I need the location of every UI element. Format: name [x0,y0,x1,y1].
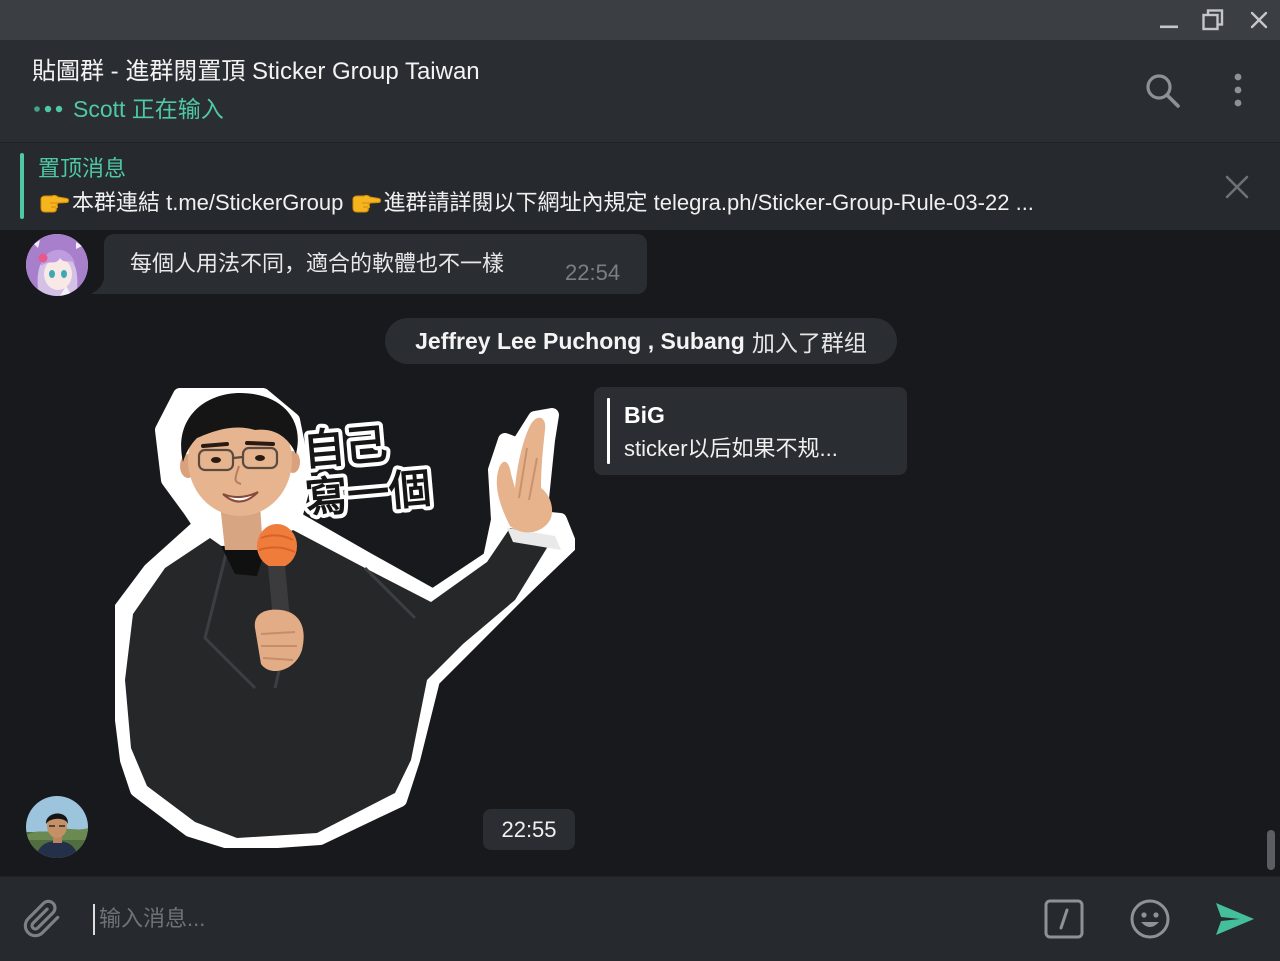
pinned-label: 置顶消息 [38,156,127,181]
sticker-lettering: 自己 寫一個 [297,415,437,527]
pinned-text-part: 進群請詳閱以下網址內規定 telegra.ph/Sticker-Group-Ru… [383,190,1034,215]
emoji-button[interactable] [1129,898,1171,940]
pinned-accent-bar [20,153,24,219]
search-icon [1146,74,1180,108]
reply-author: BiG [624,402,665,428]
scrollbar-thumb[interactable] [1267,830,1275,870]
pointing-right-emoji-icon [40,194,69,213]
typing-status: Scott 正在输入 [32,94,224,124]
more-vertical-icon [1234,73,1242,107]
restore-icon [1202,9,1224,31]
reply-text: sticker以后如果不规... [624,436,838,461]
service-actor-link[interactable]: Jeffrey Lee Puchong , Subang [415,328,745,355]
message-composer [0,876,1280,961]
young-man-avatar[interactable] [26,796,88,858]
slash-command-icon [1044,899,1084,939]
reply-preview[interactable]: BiG sticker以后如果不规... [594,387,907,475]
message-input[interactable] [99,899,999,939]
window-title-bar [0,0,1280,40]
send-button[interactable] [1213,897,1257,941]
pinned-message-bar[interactable]: 置顶消息 本群連結 t.me/StickerGroup 進群請詳閱以下網址內規定… [0,142,1280,230]
sticker-image[interactable]: 自己 寫一個 [115,388,575,848]
text-caret [93,904,95,935]
more-menu-button[interactable] [1224,66,1252,114]
close-icon [1225,175,1249,199]
pinned-text: 本群連結 t.me/StickerGroup 進群請詳閱以下網址內規定 tele… [38,189,1208,217]
paperclip-icon [23,899,60,938]
sticker-lettering-line: 寫一個 [303,463,433,523]
smiley-icon [1130,899,1170,939]
anime-girl-avatar[interactable] [26,234,88,296]
restore-button[interactable] [1190,0,1236,40]
message-bubble[interactable]: 每個人用法不同，適合的軟體也不一樣 22:54 [104,234,647,294]
sticker-lettering-line: 自己 [301,419,389,475]
search-button[interactable] [1141,68,1185,112]
message-text: 每個人用法不同，適合的軟體也不一樣 [130,251,505,276]
minimize-icon [1160,25,1178,29]
close-icon [1250,11,1268,29]
message-time: 22:55 [483,809,575,850]
pointing-right-emoji-icon [352,194,381,213]
pinned-text-part: 本群連結 t.me/StickerGroup [72,190,350,215]
message-time: 22:54 [565,260,621,285]
chat-header: 貼圖群 - 進群閱置頂 Sticker Group Taiwan Scott 正… [0,40,1280,142]
reply-accent-bar [607,398,610,464]
send-icon [1216,903,1254,935]
close-window-button[interactable] [1236,0,1280,40]
typing-dots-icon [34,105,63,113]
close-pinned-button[interactable] [1223,173,1251,201]
service-message: Jeffrey Lee Puchong , Subang 加入了群组 [385,318,897,364]
typing-status-text: Scott 正在输入 [73,96,224,122]
minimize-button[interactable] [1146,0,1192,40]
commands-button[interactable] [1044,899,1084,939]
chat-title[interactable]: 貼圖群 - 進群閱置頂 Sticker Group Taiwan [32,55,480,89]
chat-history[interactable]: 每個人用法不同，適合的軟體也不一樣 22:54 Jeffrey Lee Puch… [0,230,1280,876]
service-action-text: 加入了群组 [751,330,867,356]
attach-button[interactable] [20,897,64,941]
